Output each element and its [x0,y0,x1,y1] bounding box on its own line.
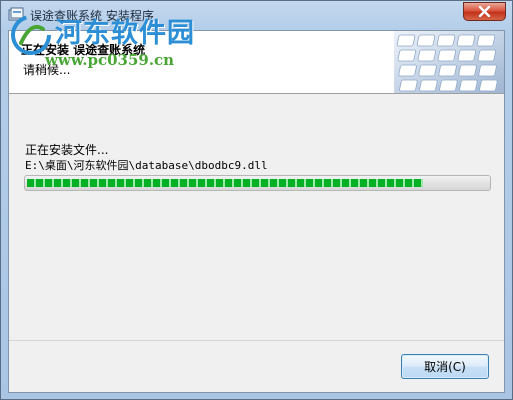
watermark-url: www.pc0359.cn [45,51,175,69]
keyboard-image [394,31,504,93]
close-icon [478,6,491,17]
close-button[interactable] [463,2,506,21]
status-text: 正在安装文件... [25,143,109,157]
progress-bar [24,175,491,191]
cancel-button[interactable]: 取消(C) [401,354,489,379]
progress-fill [27,179,423,187]
installer-window: 误途查账系统 安装程序 正在安装 误途查账系统 请稍候... 正在安装文件...… [0,0,513,400]
client-area: 正在安装 误途查账系统 请稍候... 正在安装文件... E:\桌面\河东软件园… [8,30,505,393]
divider [9,340,504,341]
current-file-path: E:\桌面\河东软件园\database\dbodbc9.dll [25,159,268,172]
watermark-title: 河东软件园 [55,18,195,49]
